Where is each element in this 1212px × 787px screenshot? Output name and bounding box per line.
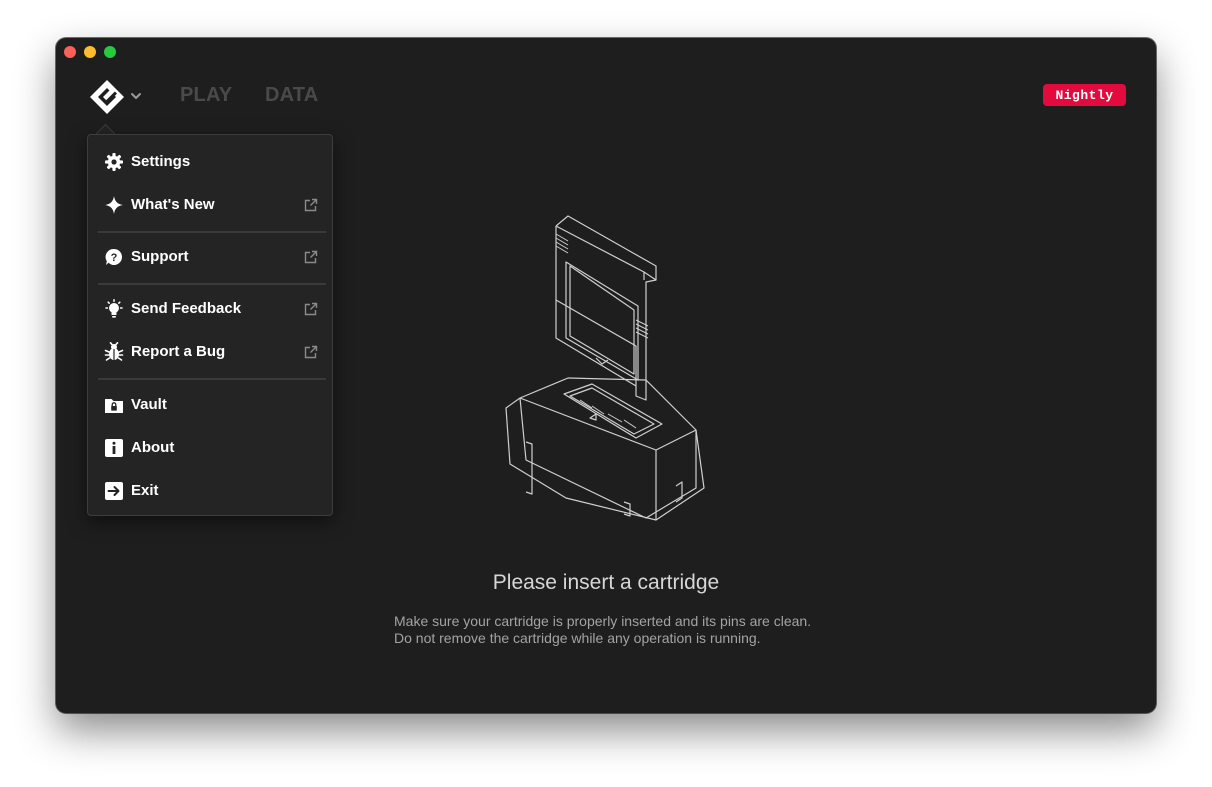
tab-play[interactable]: PLAY xyxy=(180,84,232,107)
menu-item-exit[interactable]: Exit xyxy=(88,472,332,510)
gear-icon xyxy=(105,153,123,171)
app-menu: Settings What's New ? Support Send Feedb… xyxy=(87,134,333,516)
menu-separator xyxy=(98,283,326,285)
empty-state-line: Do not remove the cartridge while any op… xyxy=(394,630,761,646)
close-window-button[interactable] xyxy=(64,46,76,58)
menu-item-send-feedback[interactable]: Send Feedback xyxy=(88,290,332,328)
info-icon xyxy=(105,439,123,457)
chevron-down-icon[interactable] xyxy=(130,91,142,101)
menu-item-label: Send Feedback xyxy=(131,300,242,317)
menu-item-label: Exit xyxy=(131,482,159,499)
question-bubble-icon: ? xyxy=(105,248,123,265)
empty-state-description: Make sure your cartridge is properly ins… xyxy=(394,613,811,647)
tab-data[interactable]: DATA xyxy=(265,84,318,107)
empty-state-title: Please insert a cartridge xyxy=(492,571,720,594)
menu-item-label: About xyxy=(131,439,175,456)
menu-item-settings[interactable]: Settings xyxy=(88,143,332,181)
minimize-window-button[interactable] xyxy=(84,46,96,58)
menu-item-label: Support xyxy=(131,248,189,265)
external-link-icon xyxy=(304,250,318,264)
menu-item-report-bug[interactable]: Report a Bug xyxy=(88,333,332,371)
svg-text:?: ? xyxy=(111,252,118,264)
external-link-icon xyxy=(304,302,318,316)
external-link-icon xyxy=(304,198,318,212)
menu-item-support[interactable]: ? Support xyxy=(88,238,332,276)
window-controls xyxy=(64,46,116,58)
menu-item-vault[interactable]: Vault xyxy=(88,386,332,424)
empty-state-line: Make sure your cartridge is properly ins… xyxy=(394,613,812,629)
menu-item-label: Vault xyxy=(131,396,167,413)
menu-item-about[interactable]: About xyxy=(88,429,332,467)
menu-item-label: Settings xyxy=(131,153,191,170)
app-window: PLAY DATA Nightly Settings What's New ? … xyxy=(56,38,1156,713)
menu-item-label: Report a Bug xyxy=(131,343,226,360)
bug-icon xyxy=(104,342,124,361)
exit-icon xyxy=(105,482,123,500)
menu-separator xyxy=(98,378,326,380)
external-link-icon xyxy=(304,345,318,359)
nightly-badge: Nightly xyxy=(1043,84,1126,106)
vault-folder-icon xyxy=(105,399,123,413)
menu-item-label: What's New xyxy=(131,196,215,213)
menu-separator xyxy=(98,231,326,233)
maximize-window-button[interactable] xyxy=(104,46,116,58)
cartridge-illustration xyxy=(505,215,705,521)
menu-item-whats-new[interactable]: What's New xyxy=(88,186,332,224)
lightbulb-icon xyxy=(105,299,123,318)
sparkle-icon xyxy=(105,196,123,214)
app-logo-icon[interactable] xyxy=(88,78,126,116)
